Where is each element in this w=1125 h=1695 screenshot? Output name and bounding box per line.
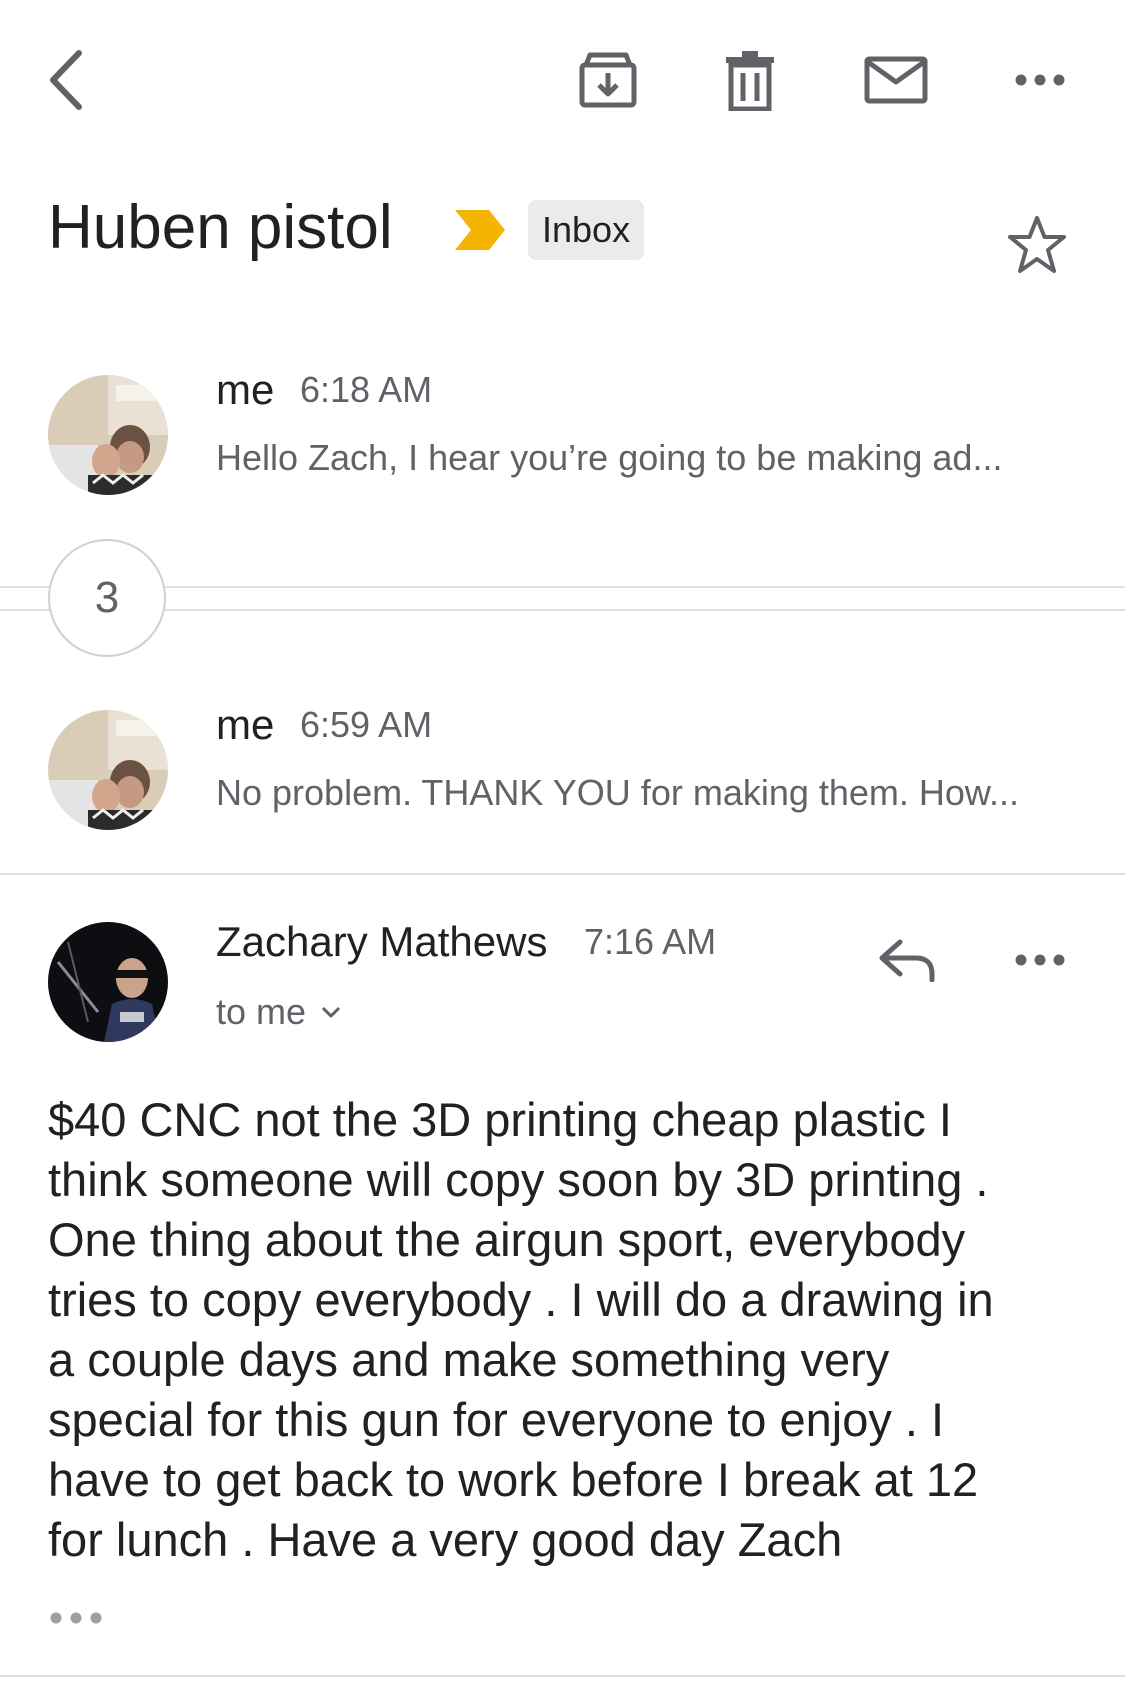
expanded-sender-name: Zachary Mathews bbox=[216, 918, 548, 965]
more-horizontal-icon bbox=[1015, 954, 1065, 966]
thread-subject: Huben pistol bbox=[48, 193, 393, 262]
recipient-details-toggle[interactable]: to me bbox=[216, 987, 342, 1037]
importance-marker-icon[interactable] bbox=[453, 208, 507, 257]
reply-button[interactable] bbox=[872, 930, 942, 990]
body-line: special for this gun for everyone to enj… bbox=[48, 1393, 945, 1446]
expanded-message-time: 7:16 AM bbox=[584, 921, 717, 962]
divider bbox=[0, 1675, 1125, 1677]
inbox-label-chip[interactable]: Inbox bbox=[528, 200, 645, 260]
trash-icon bbox=[726, 51, 774, 111]
sender-name: me bbox=[216, 366, 275, 413]
delete-button[interactable] bbox=[710, 40, 790, 120]
collapsed-messages-count[interactable]: 3 bbox=[48, 539, 166, 657]
mark-unread-button[interactable] bbox=[856, 40, 936, 120]
message-snippet: Hello Zach, I hear you’re going to be ma… bbox=[216, 437, 1003, 478]
chevron-down-icon bbox=[321, 1006, 341, 1018]
more-horizontal-icon bbox=[1015, 74, 1065, 86]
avatar bbox=[48, 922, 168, 1042]
avatar bbox=[48, 375, 168, 495]
star-icon[interactable] bbox=[1006, 215, 1068, 280]
message-row[interactable]: me 6:18 AM Hello Zach, I hear you’re goi… bbox=[0, 360, 1125, 510]
body-line: have to get back to work before I break … bbox=[48, 1453, 979, 1506]
archive-icon bbox=[579, 52, 637, 108]
body-line: a couple days and make something very bbox=[48, 1333, 890, 1386]
reply-icon bbox=[879, 939, 935, 982]
more-options-button[interactable] bbox=[1000, 40, 1080, 120]
divider bbox=[0, 873, 1125, 875]
sender-name: me bbox=[216, 701, 275, 748]
mail-icon bbox=[864, 56, 928, 104]
message-time: 6:59 AM bbox=[300, 704, 433, 745]
message-row[interactable]: me 6:59 AM No problem. THANK YOU for mak… bbox=[0, 695, 1125, 845]
message-time: 6:18 AM bbox=[300, 369, 433, 410]
message-body: $40 CNC not the 3D printing cheap plasti… bbox=[48, 1090, 1088, 1570]
body-line: think someone will copy soon by 3D print… bbox=[48, 1153, 989, 1206]
more-horizontal-icon bbox=[50, 1612, 102, 1624]
body-line: One thing about the airgun sport, everyb… bbox=[48, 1213, 966, 1266]
divider bbox=[0, 586, 1125, 588]
body-line: $40 CNC not the 3D printing cheap plasti… bbox=[48, 1093, 952, 1146]
show-trimmed-content-button[interactable] bbox=[48, 1608, 104, 1633]
archive-button[interactable] bbox=[568, 40, 648, 120]
body-line: for lunch . Have a very good day Zach bbox=[48, 1513, 843, 1566]
back-button[interactable] bbox=[26, 40, 106, 120]
body-line: tries to copy everybody . I will do a dr… bbox=[48, 1273, 994, 1326]
message-snippet: No problem. THANK YOU for making them. H… bbox=[216, 772, 1019, 813]
avatar bbox=[48, 710, 168, 830]
back-arrow-icon bbox=[50, 50, 82, 110]
recipient-text: to me bbox=[216, 991, 307, 1032]
divider bbox=[0, 609, 1125, 611]
message-more-button[interactable] bbox=[1005, 940, 1075, 980]
